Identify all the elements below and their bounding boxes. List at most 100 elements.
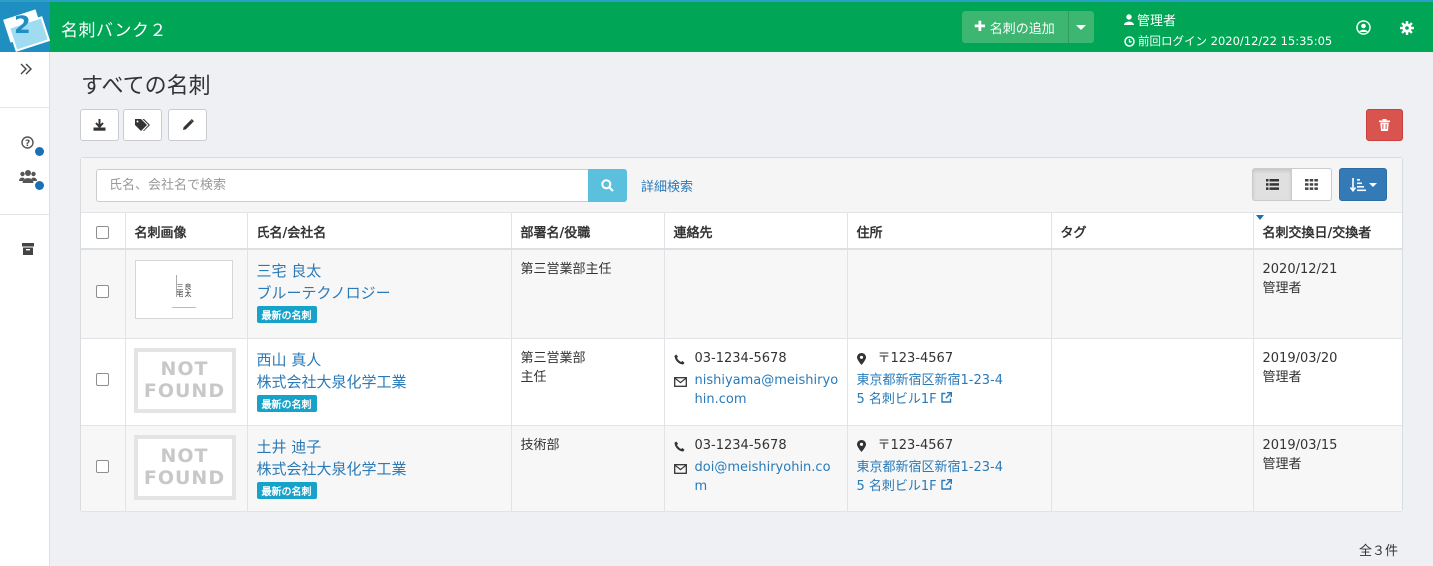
column-header-card-image[interactable]: 名刺画像 [125, 213, 248, 250]
table-row[interactable]: 三宅 良太 三宅 良太 ブルーテクノロジー 最新の名刺 第三営業部主任 2020… [81, 249, 1402, 339]
tags-icon [134, 119, 150, 131]
map-marker-icon [856, 349, 871, 371]
phone-icon [674, 436, 688, 458]
search-icon [601, 179, 614, 192]
list-view-button[interactable] [1252, 168, 1292, 201]
latest-card-badge: 最新の名刺 [256, 394, 317, 412]
row-checkbox[interactable] [96, 373, 110, 386]
row-select-cell [81, 338, 126, 426]
card-image-cell: 三宅 良太 [125, 249, 248, 339]
add-card-group: ✚ 名刺の追加 [962, 11, 1094, 43]
card-thumb-line: 良太 [184, 282, 192, 298]
company-name-link[interactable]: ブルーテクノロジー [257, 282, 502, 304]
search-button[interactable] [588, 169, 627, 202]
address-cell [847, 249, 1052, 339]
contact-cell [664, 249, 848, 339]
name-company-cell: 土井 迪子 株式会社大泉化学工業 最新の名刺 [247, 425, 512, 512]
email-line: doi@meishiryohin.co m [673, 458, 838, 496]
user-icon [1124, 14, 1134, 25]
sidebar: ? [0, 52, 50, 566]
envelope-icon [673, 458, 688, 496]
add-card-button[interactable]: ✚ 名刺の追加 [962, 11, 1069, 43]
column-header-exchange-date[interactable]: 名刺交換日/交換者 [1253, 213, 1402, 250]
latest-card-badge: 最新の名刺 [256, 306, 317, 323]
tag-cell [1051, 249, 1254, 339]
delete-button[interactable] [1366, 109, 1403, 141]
exchanger-name: 管理者 [1262, 281, 1302, 296]
account-icon[interactable] [1356, 20, 1371, 39]
chevron-down-icon [1368, 182, 1377, 187]
column-header-tag[interactable]: タグ [1051, 213, 1254, 250]
download-button[interactable] [80, 109, 119, 141]
card-image-cell: NOT FOUND [125, 425, 248, 512]
card-thumb-line: 三宅 [176, 283, 184, 297]
person-name-link[interactable]: 三宅 良太 [257, 260, 502, 282]
zip-text: 〒123-4567 [877, 350, 954, 366]
app-logo[interactable]: 2 [0, 2, 50, 52]
email-link[interactable]: nishiyama@meishiryo hin.com [695, 371, 839, 409]
table-row[interactable]: NOT FOUND 土井 迪子 株式会社大泉化学工業 最新の名刺 技術部 03-… [81, 425, 1402, 512]
archive-icon[interactable] [22, 243, 34, 259]
column-header-address[interactable]: 住所 [847, 213, 1052, 250]
sidebar-expand-icon[interactable] [20, 63, 32, 79]
card-not-found-image[interactable]: NOT FOUND [133, 434, 236, 500]
tag-cell [1051, 425, 1254, 512]
email-text: hin.com [694, 391, 747, 407]
app-title[interactable]: 名刺バンク２ [61, 16, 167, 41]
search-input[interactable] [96, 169, 589, 202]
plus-icon: ✚ [974, 19, 986, 35]
card-image-cell: NOT FOUND [125, 338, 248, 426]
page-title: すべての名刺 [81, 74, 211, 99]
not-found-text: FOUND [143, 380, 226, 402]
department-text: 第三営業部 [520, 350, 586, 366]
card-thumbnail[interactable]: 三宅 良太 [134, 260, 233, 319]
sort-button[interactable] [1339, 168, 1387, 201]
envelope-icon [673, 371, 688, 409]
company-name-link[interactable]: 株式会社大泉化学工業 [257, 371, 502, 393]
edit-button[interactable] [168, 109, 207, 141]
tag-cell [1051, 338, 1254, 426]
column-header-department[interactable]: 部署名/役職 [511, 213, 665, 250]
sidebar-divider [0, 107, 49, 108]
exchange-date: 2019/03/20 [1262, 350, 1338, 366]
zip-line: 〒123-4567 [856, 349, 1042, 371]
exchanger-name: 管理者 [1262, 456, 1302, 472]
help-icon[interactable]: ? [21, 136, 34, 153]
column-header-name-company[interactable]: 氏名/会社名 [247, 213, 512, 250]
company-name-link[interactable]: 株式会社大泉化学工業 [257, 458, 502, 480]
tag-button[interactable] [123, 109, 162, 141]
total-count: 全３件 [1359, 544, 1399, 559]
row-checkbox[interactable] [96, 459, 110, 473]
gear-icon[interactable] [1400, 21, 1414, 39]
exchange-date: 2020/12/21 [1262, 262, 1338, 277]
person-name-link[interactable]: 土井 迪子 [257, 436, 502, 458]
download-icon [93, 119, 106, 131]
card-not-found-image[interactable]: NOT FOUND [133, 347, 236, 413]
help-notification-dot [35, 147, 44, 156]
user-name-row[interactable]: 管理者 [1124, 10, 1332, 29]
address-text: 5 名刺ビル1F [856, 391, 937, 407]
email-link[interactable]: doi@meishiryohin.co m [695, 458, 831, 496]
address-link[interactable]: 東京都新宿区新宿1-23-4 5 名刺ビル1F [836, 371, 1042, 409]
advanced-search-link[interactable]: 詳細検索 [641, 176, 693, 195]
address-text: 東京都新宿区新宿1-23-4 [856, 372, 1003, 388]
exchange-cell: 2019/03/15 管理者 [1253, 425, 1402, 512]
card-list-panel: 詳細検索 名刺画像 氏名/会社名 部署名/役職 連絡先 住所 [80, 157, 1403, 512]
phone-line: 03-1234-5678 [674, 349, 838, 371]
external-link-icon [941, 478, 952, 490]
user-info: 管理者 前回ログイン 2020/12/22 15:35:05 [1124, 10, 1332, 49]
select-all-checkbox[interactable] [96, 226, 110, 239]
table-row[interactable]: NOT FOUND 西山 真人 株式会社大泉化学工業 最新の名刺 第三営業部 主… [81, 338, 1402, 426]
row-checkbox[interactable] [96, 285, 110, 299]
department-cell: 技術部 [511, 425, 665, 512]
zip-text: 〒123-4567 [877, 437, 954, 453]
exchange-cell: 2020/12/21 管理者 [1253, 249, 1402, 339]
add-card-dropdown-toggle[interactable] [1068, 11, 1094, 43]
person-name-link[interactable]: 西山 真人 [257, 349, 502, 371]
not-found-text: FOUND [143, 467, 226, 489]
column-header-contact[interactable]: 連絡先 [664, 213, 848, 250]
grid-view-button[interactable] [1292, 168, 1332, 201]
address-link[interactable]: 東京都新宿区新宿1-23-4 5 名刺ビル1F [857, 458, 1042, 496]
sidebar-divider [0, 214, 49, 215]
contact-cell: 03-1234-5678 doi@meishiryohin.co m [664, 425, 848, 512]
